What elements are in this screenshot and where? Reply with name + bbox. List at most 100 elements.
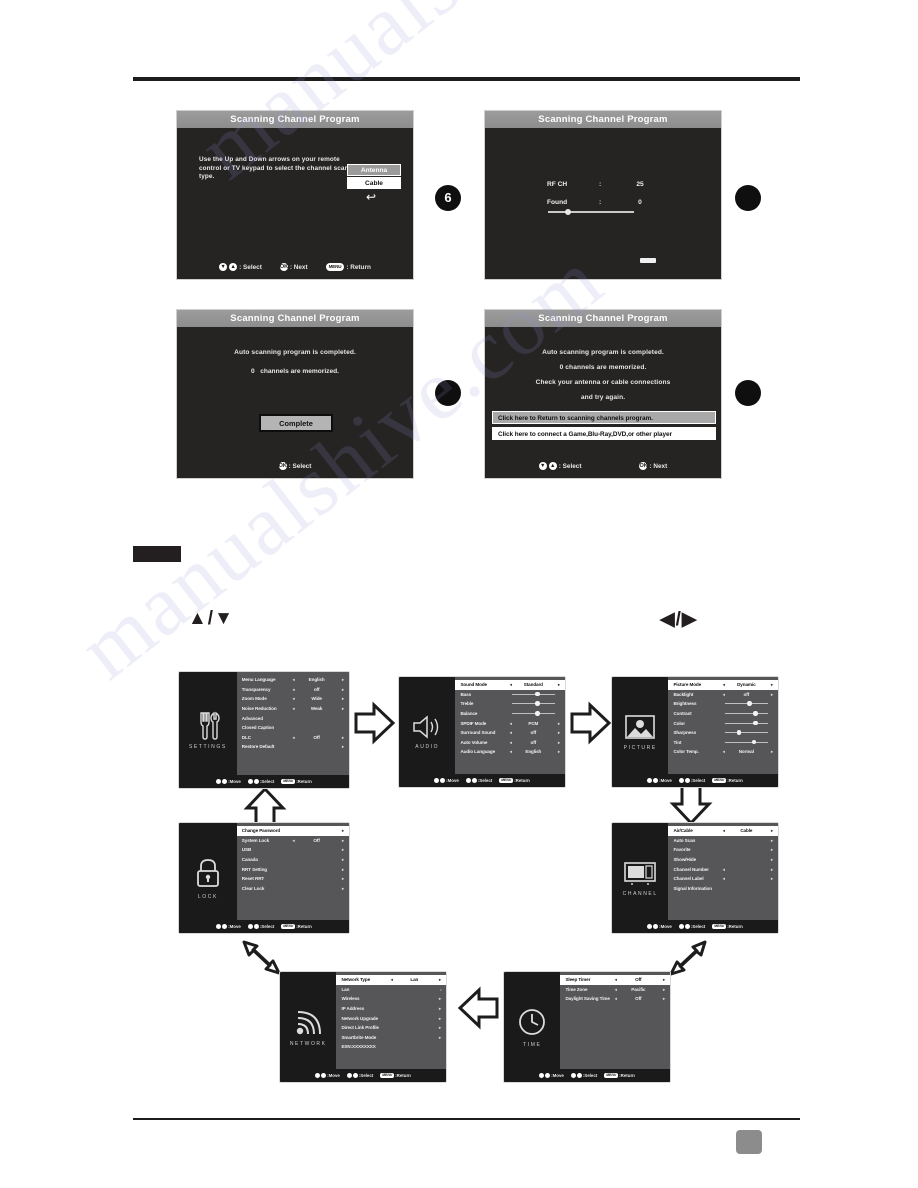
menu-row[interactable]: IP Address ► [336,1004,446,1014]
row-slider[interactable] [724,730,768,735]
right-arrow-icon[interactable]: ► [335,744,345,749]
left-arrow-icon[interactable]: ◄ [611,996,621,1001]
left-arrow-icon[interactable]: ◄ [719,876,729,881]
menu-row[interactable]: Signal Information [668,884,778,894]
row-slider[interactable] [724,701,768,706]
menu-row[interactable]: Sleep Timer ◄ Off ► [560,975,670,985]
menu-row[interactable]: Channel Number ◄ ► [668,864,778,874]
right-arrow-icon[interactable]: ► [764,838,774,843]
right-arrow-icon[interactable]: ► [335,838,345,843]
left-arrow-icon[interactable]: ◄ [719,828,729,833]
menu-row[interactable]: Auto Volume ◄ off ► [455,738,565,748]
right-arrow-icon[interactable]: ► [432,1016,442,1021]
slider-knob[interactable] [751,739,757,745]
menu-row[interactable]: DLC ◄ Off ► [237,733,349,743]
menu-row[interactable]: Canada ► [237,855,349,865]
menu-row[interactable]: Treble [455,699,565,709]
left-arrow-icon[interactable]: ◄ [719,692,729,697]
menu-row[interactable]: Backlight ◄ off ► [668,690,778,700]
right-arrow-icon[interactable]: ► [656,987,666,992]
menu-row[interactable]: Change Password ► [236,826,349,836]
menu-row[interactable]: Tint [668,738,778,748]
menu-row[interactable]: Picture Mode ◄ Dynamic ► [668,680,778,690]
right-arrow-icon[interactable]: ► [335,696,345,701]
slider-knob[interactable] [736,730,742,735]
menu-row[interactable]: Advanced [237,713,349,723]
right-arrow-icon[interactable]: ► [764,876,774,881]
row-slider[interactable] [511,711,555,716]
row-slider[interactable] [724,739,768,745]
row-slider[interactable] [724,720,768,726]
right-arrow-icon[interactable]: ► [551,749,561,754]
menu-row[interactable]: Show/Hide ► [668,855,778,865]
menu-row[interactable]: Sharpness [668,728,778,738]
right-arrow-icon[interactable]: ► [335,828,345,833]
right-arrow-icon[interactable]: ► [551,730,561,735]
menu-row[interactable]: Noise Reduction ◄ Weak ► [237,704,349,714]
menu-row[interactable]: Color [668,718,778,728]
right-arrow-icon[interactable]: ► [335,886,345,891]
left-arrow-icon[interactable]: ◄ [387,977,397,982]
menu-row[interactable]: Favorite ► [668,845,778,855]
left-arrow-icon[interactable]: ◄ [288,677,298,682]
menu-row[interactable]: Balance [455,709,565,719]
menu-row[interactable]: Direct Link Profile ► [336,1023,446,1033]
menu-row[interactable]: System Lock ◄ Off ► [237,836,349,846]
right-arrow-icon[interactable]: ► [432,1035,442,1040]
left-arrow-icon[interactable]: ◄ [506,740,516,745]
right-arrow-icon[interactable]: ► [551,721,561,726]
right-arrow-icon[interactable]: ► [764,847,774,852]
menu-row[interactable]: Lan ○ [336,985,446,995]
menu-row[interactable]: Sound Mode ◄ Standard ► [455,680,565,690]
left-arrow-icon[interactable]: ◄ [506,682,516,687]
menu-row[interactable]: Transparency ◄ off ► [237,685,349,695]
menu-row[interactable]: Reset RRT ► [237,874,349,884]
complete-button[interactable]: Complete [259,414,333,432]
menu-row[interactable]: Air/Cable ◄ Cable ► [668,826,778,836]
menu-row[interactable]: Channel Label ◄ ► [668,874,778,884]
menu-row[interactable]: Brightness [668,699,778,709]
menu-row[interactable]: RRT Setting ► [237,864,349,874]
left-arrow-icon[interactable]: ◄ [288,687,298,692]
left-arrow-icon[interactable]: ◄ [611,977,621,982]
left-arrow-icon[interactable]: ◄ [506,749,516,754]
cable-option-button[interactable]: Cable [347,177,401,189]
menu-row[interactable]: Menu Language ◄ English ► [237,675,349,685]
menu-row[interactable]: Wireless ► [336,994,446,1004]
right-arrow-icon[interactable]: ► [432,1006,442,1011]
right-arrow-icon[interactable]: ► [335,867,345,872]
right-arrow-icon[interactable]: ► [764,857,774,862]
menu-row[interactable]: Restore Default ► [237,742,349,752]
menu-row[interactable]: Smartbrite Mode ► [336,1033,446,1043]
left-arrow-icon[interactable]: ◄ [288,838,298,843]
right-arrow-icon[interactable]: ► [764,749,774,754]
menu-row[interactable]: Clear Lock ► [237,884,349,894]
menu-row[interactable]: Bass [455,690,565,700]
right-arrow-icon[interactable]: ► [551,740,561,745]
left-arrow-icon[interactable]: ◄ [719,867,729,872]
row-slider[interactable] [724,711,768,716]
menu-row[interactable]: Network Upgrade ► [336,1013,446,1023]
left-arrow-icon[interactable]: ◄ [719,682,729,687]
left-arrow-icon[interactable]: ◄ [288,706,298,711]
right-arrow-icon[interactable]: ► [764,828,774,833]
right-arrow-icon[interactable]: ► [656,977,666,982]
right-arrow-icon[interactable]: ► [764,867,774,872]
menu-row[interactable]: USB ► [237,845,349,855]
menu-row[interactable]: Contrast [668,709,778,719]
right-arrow-icon[interactable]: ► [335,706,345,711]
slider-knob[interactable] [747,701,752,706]
right-arrow-icon[interactable]: ► [335,687,345,692]
right-arrow-icon[interactable]: ► [432,1025,442,1030]
left-arrow-icon[interactable]: ◄ [506,721,516,726]
right-arrow-icon[interactable]: ► [551,682,561,687]
right-arrow-icon[interactable]: ► [335,857,345,862]
row-slider[interactable] [511,691,555,697]
row-slider[interactable] [511,701,555,706]
menu-row[interactable]: Auto Scan ► [668,836,778,846]
slider-knob[interactable] [535,701,540,706]
left-arrow-icon[interactable]: ◄ [288,696,298,701]
right-arrow-icon[interactable]: ► [335,677,345,682]
menu-row[interactable]: Zoom Mode ◄ Wide ► [237,694,349,704]
right-arrow-icon[interactable]: ► [764,682,774,687]
